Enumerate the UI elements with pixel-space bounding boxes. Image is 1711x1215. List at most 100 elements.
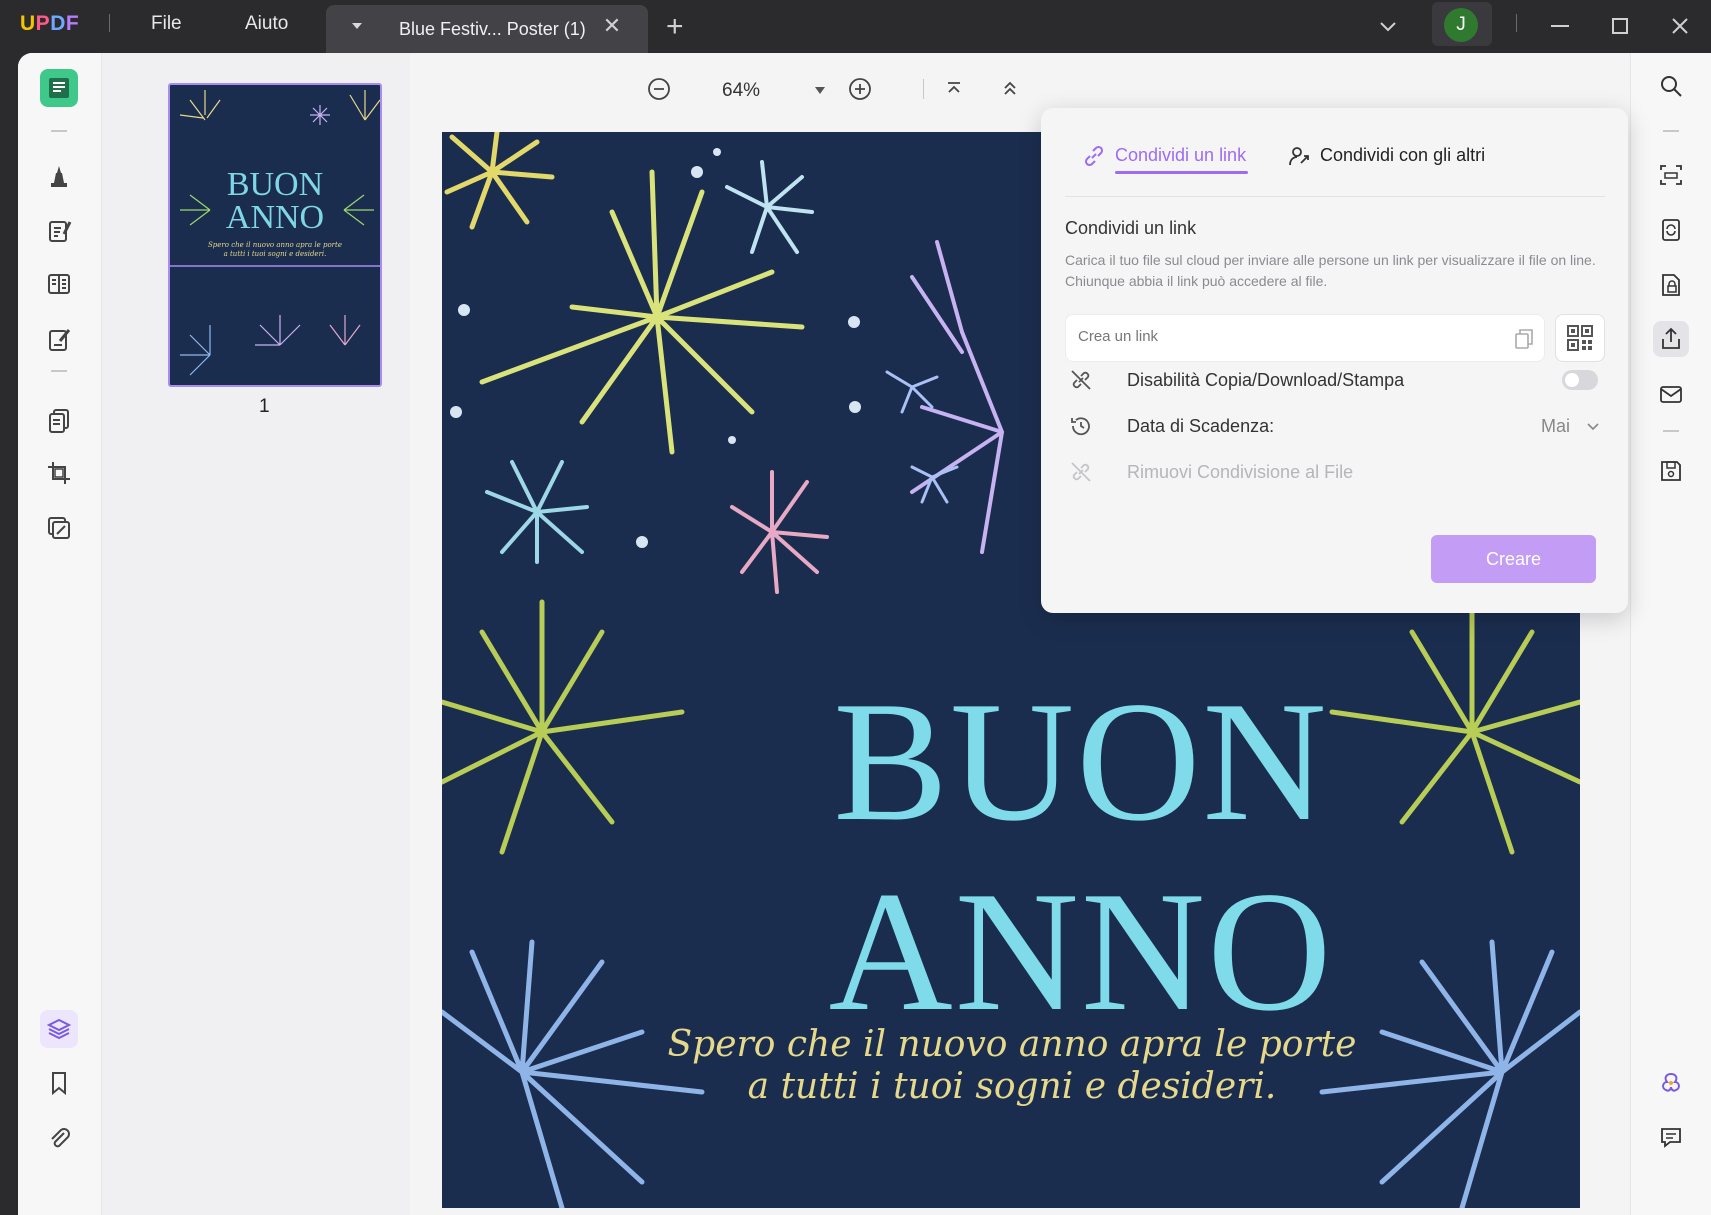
fill-sign-button[interactable] (40, 321, 78, 359)
bookmark-icon (52, 1072, 66, 1096)
paperclip-icon (51, 1128, 70, 1148)
close-window-icon[interactable] (1664, 10, 1696, 42)
poster-subtitle-line2: a tutti i tuoi sogni e desideri. (747, 1066, 1277, 1107)
save-icon (1661, 461, 1681, 481)
poster-title-line1: BUON (833, 667, 1329, 857)
layers-icon (46, 1018, 72, 1040)
remove-share-option[interactable]: Rimuovi Condivisione al File (1065, 454, 1605, 490)
firework-burst (444, 132, 555, 230)
ai-assistant-icon (1662, 1072, 1680, 1092)
mail-icon (1660, 386, 1682, 403)
firework-burst (725, 160, 814, 254)
reader-icon (49, 78, 69, 98)
email-button[interactable] (1653, 376, 1689, 412)
save-button[interactable] (1653, 453, 1689, 489)
rail-separator (51, 370, 67, 372)
menu-help[interactable]: Aiuto (245, 13, 288, 35)
ocr-button[interactable] (1653, 157, 1689, 193)
firework-burst (485, 460, 589, 564)
protect-file-button[interactable] (1653, 267, 1689, 303)
page-thumbnail[interactable]: BUON ANNO Spero che il nuovo anno apra l… (168, 83, 382, 387)
tab-share-with-others-label: Condividi con gli altri (1320, 145, 1486, 165)
title-separator (109, 14, 110, 32)
firework-burst (479, 169, 805, 455)
link-field[interactable] (1065, 314, 1545, 362)
ai-assistant-button[interactable] (1653, 1065, 1689, 1101)
left-tool-rail (18, 53, 102, 1215)
rail-separator (1663, 430, 1679, 432)
title-bar: UPDF File Aiuto Blue Festiv... Poster (1… (0, 0, 1711, 53)
toggle-knob (1565, 373, 1579, 387)
layers-button[interactable] (40, 1010, 78, 1048)
search-icon (1661, 76, 1682, 97)
crop-button[interactable] (40, 454, 78, 492)
tab-title: Blue Festiv... Poster (1) (399, 19, 586, 39)
pages-icon (49, 409, 69, 433)
share-button[interactable] (1653, 321, 1689, 357)
zoom-level[interactable]: 64% (722, 80, 760, 102)
tab-share-link[interactable]: Condividi un link (1081, 145, 1247, 167)
first-page-icon[interactable] (940, 75, 968, 103)
new-tab-button[interactable]: + (666, 12, 684, 42)
bookmark-button[interactable] (40, 1064, 78, 1102)
convert-button[interactable] (1653, 212, 1689, 248)
qr-code-button[interactable] (1555, 314, 1605, 362)
tab-dropdown-icon[interactable] (352, 23, 362, 29)
comment-icon (1661, 1128, 1681, 1148)
tab-share-with-others[interactable]: Condividi con gli altri (1286, 145, 1485, 166)
poster-title-line2: ANNO (828, 857, 1334, 1047)
app-workspace: BUON ANNO Spero che il nuovo anno apra l… (18, 53, 1711, 1215)
reader-mode-button[interactable] (40, 69, 78, 107)
link-input[interactable] (1078, 328, 1478, 345)
firework-burst (885, 370, 959, 504)
thumbnail-page-number: 1 (259, 396, 270, 417)
zoom-out-icon[interactable] (645, 75, 673, 103)
tab-close-icon[interactable]: ✕ (601, 15, 623, 37)
expiry-select[interactable]: Mai (1541, 416, 1570, 437)
maximize-icon[interactable] (1604, 10, 1636, 42)
page-layout-icon (48, 274, 70, 294)
share-panel: Condividi un link Condividi con gli altr… (1041, 108, 1628, 613)
zoom-dropdown-icon[interactable] (815, 87, 825, 94)
expiry-date-label: Data di Scadenza: (1127, 416, 1275, 436)
comment-tool-button[interactable] (40, 157, 78, 195)
updf-logo: UPDF (20, 12, 80, 35)
chevron-down-icon[interactable] (1585, 418, 1601, 434)
attachment-button[interactable] (40, 1119, 78, 1157)
avatar: J (1444, 8, 1478, 42)
zoom-in-icon[interactable] (846, 75, 874, 103)
search-button[interactable] (1653, 68, 1689, 104)
history-clock-icon (1071, 417, 1090, 436)
unlink-icon (1071, 462, 1091, 482)
sign-form-icon (49, 329, 71, 351)
disable-copy-label: Disabilità Copia/Download/Stampa (1127, 370, 1405, 390)
share-link-heading: Condividi un link (1065, 218, 1197, 238)
comments-button[interactable] (1653, 1119, 1689, 1155)
highlighter-icon (51, 166, 67, 187)
protect-button[interactable] (40, 509, 78, 547)
page-tools-button[interactable] (40, 401, 78, 439)
disable-copy-toggle[interactable] (1562, 370, 1598, 390)
crop-icon (48, 462, 70, 484)
toolbar-separator (923, 79, 924, 99)
organize-button[interactable] (40, 265, 78, 303)
menu-file[interactable]: File (151, 13, 182, 35)
rail-separator (1663, 130, 1679, 132)
title-separator (1516, 14, 1517, 32)
tabs-overflow-chevron-icon[interactable] (1372, 10, 1404, 42)
share-person-icon (1289, 147, 1309, 166)
tab-share-link-label: Condividi un link (1115, 145, 1247, 165)
share-link-description: Carica il tuo file sul cloud per inviare… (1065, 252, 1596, 289)
copy-icon[interactable] (1512, 327, 1536, 351)
thumbnail-subtitle-line1: Spero che il nuovo anno apra le porte (208, 241, 342, 249)
previous-page-icon[interactable] (996, 75, 1024, 103)
document-tab[interactable]: Blue Festiv... Poster (1) ✕ (326, 5, 648, 53)
create-link-button[interactable]: Creare (1431, 535, 1596, 583)
edit-pdf-button[interactable] (40, 212, 78, 250)
no-copy-icon (1071, 370, 1091, 390)
minimize-icon[interactable] (1544, 10, 1576, 42)
qr-code-icon (1567, 325, 1593, 351)
thumbnail-panel: BUON ANNO Spero che il nuovo anno apra l… (102, 53, 410, 1215)
right-tool-rail (1630, 53, 1711, 1215)
user-account-button[interactable]: J (1432, 2, 1492, 46)
